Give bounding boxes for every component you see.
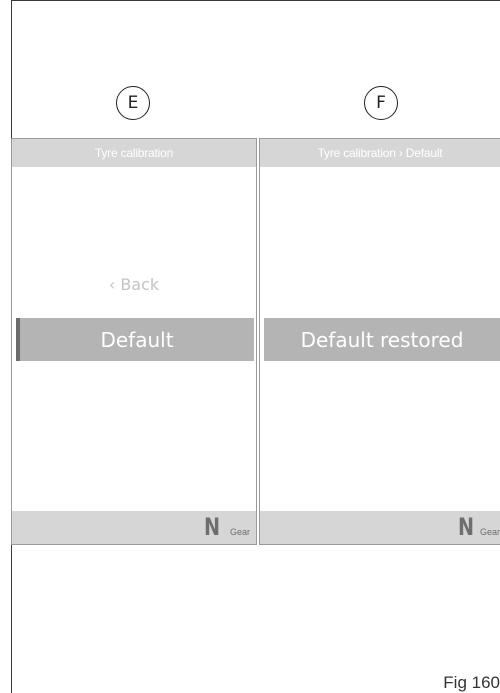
status-bar-f: N Gear [260, 511, 500, 544]
status-bar-e: N Gear [12, 511, 256, 544]
menu-item-default[interactable]: Default [16, 318, 254, 361]
gear-indicator: N [203, 513, 220, 541]
gear-indicator: N [457, 513, 474, 541]
gear-label: Gear [479, 527, 500, 537]
panel-f-label: F [364, 86, 398, 120]
menu-item-default-restored: Default restored [264, 318, 500, 361]
screen-e: Tyre calibration ‹ Back Default N Gear [11, 138, 257, 545]
gear-label: Gear [229, 527, 250, 537]
screen-title: Tyre calibration [94, 146, 174, 160]
screen-title: Tyre calibration › Default [317, 146, 443, 160]
screen-f: Tyre calibration › Default Default resto… [259, 138, 500, 545]
back-button[interactable]: ‹ Back [12, 275, 256, 294]
panel-e-label: E [116, 86, 150, 120]
screen-header-f: Tyre calibration › Default [260, 139, 500, 167]
screen-header-e: Tyre calibration [12, 139, 256, 167]
figure-label: Fig 160 [443, 673, 500, 692]
